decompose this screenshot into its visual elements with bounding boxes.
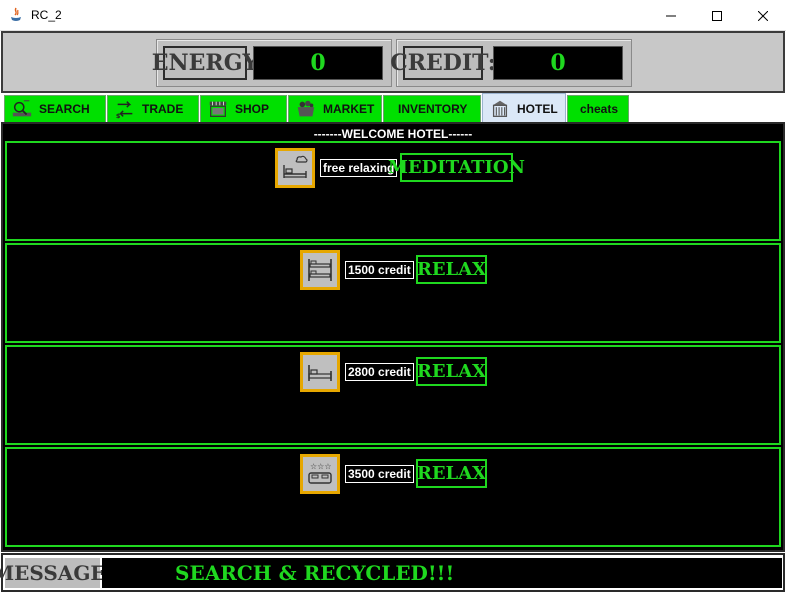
room-icon	[300, 250, 340, 290]
relax-button[interactable]: RELAX	[416, 255, 487, 284]
credit-group: CREDIT: 0	[390, 39, 632, 87]
tab-label: HOTEL	[517, 101, 558, 116]
window-title: RC_2	[31, 8, 62, 22]
meditation-bed-icon	[283, 155, 308, 178]
market-icon	[297, 100, 315, 117]
minimize-button[interactable]	[648, 0, 694, 31]
energy-value: 0	[253, 46, 383, 80]
tab-market[interactable]: MARKET	[288, 95, 382, 122]
hotel-panel-body: -------WELCOME HOTEL------ free relaxing…	[3, 124, 783, 550]
tab-trade[interactable]: $ TRADE	[107, 95, 199, 122]
tab-shop[interactable]: SHOP	[200, 95, 287, 122]
message-bar: MESSAGE: SEARCH & RECYCLED!!!	[0, 553, 785, 592]
tab-label: MARKET	[323, 102, 375, 116]
java-app-icon	[11, 7, 21, 21]
tab-label: INVENTORY	[398, 102, 468, 116]
message-text: SEARCH & RECYCLED!!!	[102, 558, 782, 588]
maximize-icon	[712, 10, 722, 21]
hotel-panel: -------WELCOME HOTEL------ free relaxing…	[1, 122, 785, 552]
tab-search[interactable]: SEARCH	[4, 95, 106, 122]
tab-bar: SEARCH $ TRADE SHOP MARKET INVENTORY HOT…	[1, 93, 785, 123]
single-bed-icon	[308, 365, 332, 381]
close-icon	[758, 10, 768, 21]
credit-label: CREDIT:	[390, 46, 496, 80]
svg-text:☆☆☆: ☆☆☆	[310, 462, 332, 471]
room-row-2800: 2800 credit RELAX	[5, 345, 781, 445]
trade-icon: $	[116, 101, 133, 120]
room-icon	[275, 148, 315, 188]
room-icon: ☆☆☆	[300, 454, 340, 494]
tab-label: SEARCH	[39, 102, 90, 116]
minimize-icon	[666, 15, 676, 16]
credit-value: 0	[493, 46, 623, 80]
room-icon	[300, 352, 340, 392]
tab-cheats[interactable]: cheats	[567, 95, 629, 122]
title-bar: RC_2	[0, 0, 786, 31]
room-row-1500: 1500 credit RELAX	[5, 243, 781, 343]
room-price: 3500 credit	[345, 465, 414, 483]
tab-hotel[interactable]: HOTEL	[482, 93, 566, 123]
energy-label: ENERGY	[152, 46, 258, 80]
tab-label: cheats	[580, 102, 619, 116]
shop-icon	[209, 101, 227, 117]
close-button[interactable]	[740, 0, 786, 31]
room-price: 1500 credit	[345, 261, 414, 279]
tab-label: SHOP	[235, 102, 270, 116]
room-row-meditation: free relaxing MEDITATION	[5, 141, 781, 241]
tab-inventory[interactable]: INVENTORY	[383, 95, 481, 122]
bunk-bed-icon	[308, 259, 332, 281]
room-price: 2800 credit	[345, 363, 414, 381]
tab-label: TRADE	[142, 102, 184, 116]
message-label: MESSAGE:	[0, 558, 113, 588]
search-icon	[12, 100, 32, 117]
energy-group: ENERGY 0	[152, 39, 392, 87]
stats-bar: ENERGY 0 CREDIT: 0	[1, 31, 785, 93]
meditation-button[interactable]: MEDITATION	[388, 153, 525, 182]
welcome-heading: -------WELCOME HOTEL------	[313, 127, 473, 141]
relax-button[interactable]: RELAX	[416, 357, 487, 386]
relax-button[interactable]: RELAX	[416, 459, 487, 488]
luxury-bed-icon: ☆☆☆	[308, 462, 332, 484]
room-row-3500: ☆☆☆ 3500 credit RELAX	[5, 447, 781, 547]
room-price: free relaxing	[320, 159, 398, 177]
svg-text:$: $	[116, 112, 121, 120]
hotel-icon	[492, 100, 508, 117]
maximize-button[interactable]	[694, 0, 740, 31]
